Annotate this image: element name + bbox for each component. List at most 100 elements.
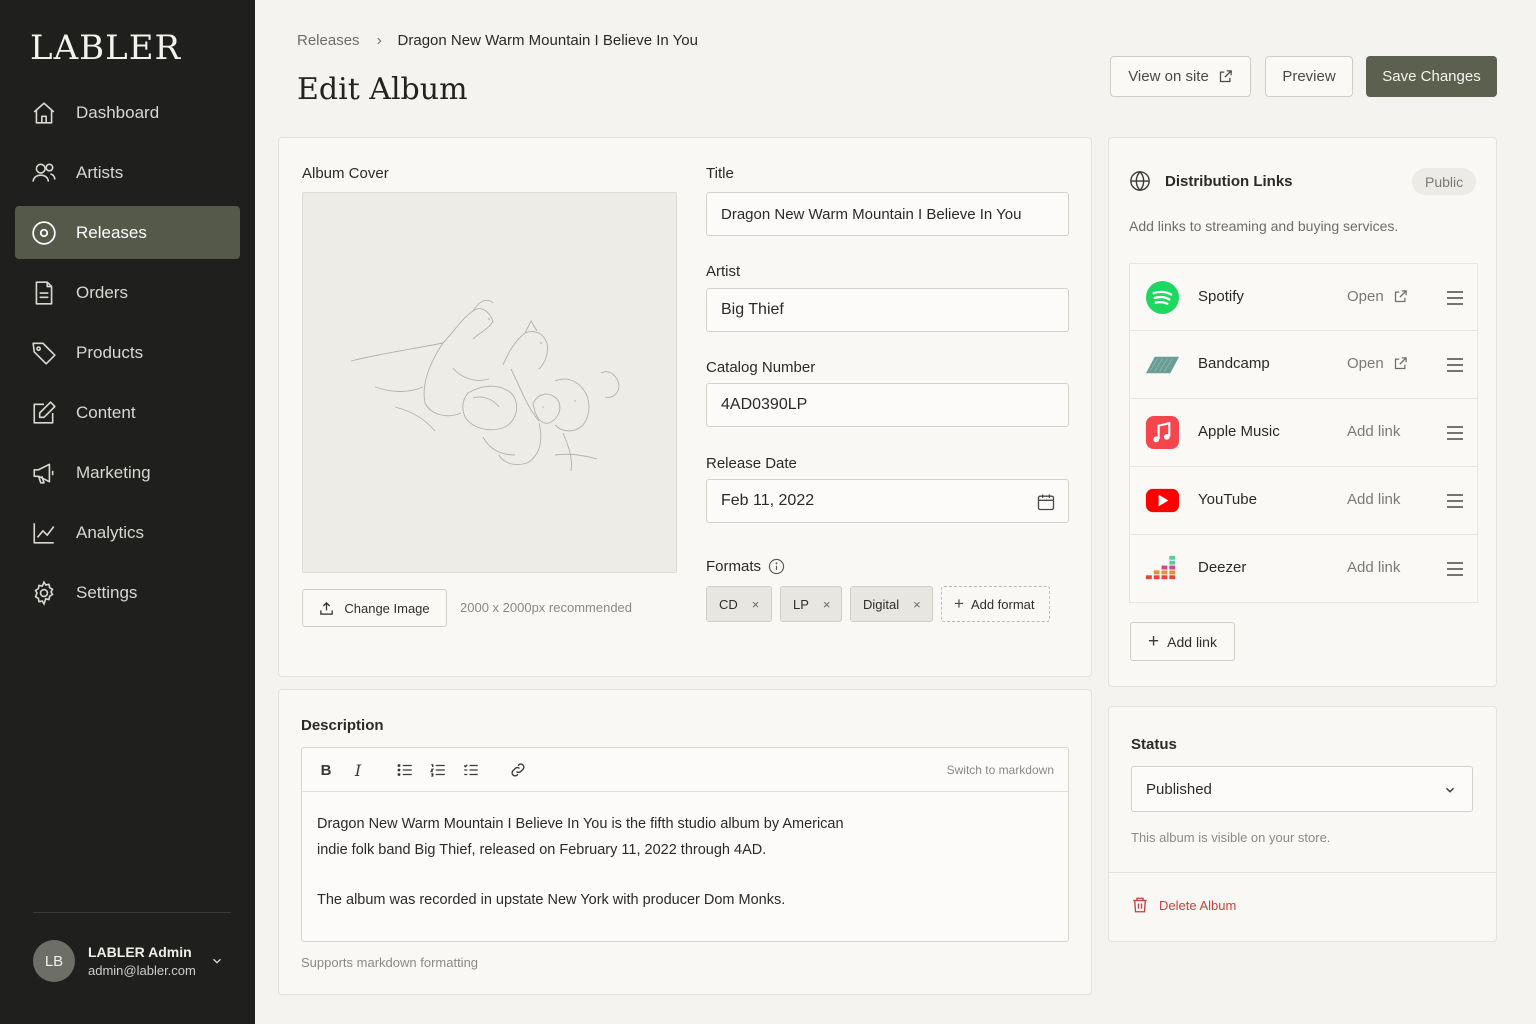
artist-label: Artist xyxy=(706,263,741,280)
status-value: Published xyxy=(1146,780,1212,798)
trash-icon xyxy=(1133,897,1147,913)
save-changes-button[interactable]: Save Changes xyxy=(1366,56,1497,97)
app-logo: LABLER xyxy=(30,28,182,68)
disc-icon xyxy=(32,220,56,245)
distribution-subtitle: Add links to streaming and buying servic… xyxy=(1129,218,1399,234)
sidebar-item-orders[interactable]: Orders xyxy=(15,266,240,319)
service-name: Apple Music xyxy=(1198,423,1280,440)
close-icon[interactable]: × xyxy=(823,597,831,612)
album-cover-image[interactable] xyxy=(302,192,677,573)
user-menu[interactable]: LB LABLER Admin admin@labler.com xyxy=(33,939,233,983)
service-action-label: Open xyxy=(1347,288,1384,305)
gear-icon xyxy=(34,579,54,606)
markdown-hint: Supports markdown formatting xyxy=(301,955,479,970)
link-button[interactable] xyxy=(508,760,528,780)
checklist-button[interactable] xyxy=(461,760,481,780)
sidebar-item-content[interactable]: Content xyxy=(15,386,240,439)
sidebar-item-releases[interactable]: Releases xyxy=(15,206,240,259)
link-icon xyxy=(511,763,525,777)
sidebar-item-dashboard[interactable]: Dashboard xyxy=(15,86,240,139)
service-action-label: Open xyxy=(1347,355,1384,372)
add-format-button[interactable]: + Add format xyxy=(941,586,1050,622)
globe-icon xyxy=(1130,170,1150,192)
status-divider xyxy=(1108,872,1497,873)
open-link-button[interactable]: Open xyxy=(1347,355,1408,372)
users-icon xyxy=(32,163,56,182)
drag-handle-icon[interactable] xyxy=(1446,425,1464,441)
sidebar-item-marketing[interactable]: Marketing xyxy=(15,446,240,499)
bold-button[interactable]: B xyxy=(316,760,336,780)
release-date-input[interactable]: Feb 11, 2022 xyxy=(706,479,1069,523)
release-date-label: Release Date xyxy=(706,455,797,472)
megaphone-icon xyxy=(33,463,54,484)
format-chip-label: LP xyxy=(793,596,809,612)
external-link-icon xyxy=(1219,70,1232,83)
service-row-bandcamp: Bandcamp Open xyxy=(1129,331,1478,399)
description-paragraph: The album was recorded in upstate New Yo… xyxy=(317,892,786,908)
sidebar-item-label: Dashboard xyxy=(76,102,160,122)
preview-button[interactable]: Preview xyxy=(1265,56,1353,97)
add-link-button[interactable]: Add link xyxy=(1347,423,1400,440)
switch-to-markdown-link[interactable]: Switch to markdown xyxy=(947,763,1054,777)
calendar-icon[interactable] xyxy=(1036,492,1056,512)
external-link-icon xyxy=(1394,357,1407,370)
catalog-number-input[interactable]: 4AD0390LP xyxy=(706,383,1069,427)
description-label: Description xyxy=(301,717,384,734)
add-link-button[interactable]: Add link xyxy=(1347,559,1400,576)
catalog-number-label: Catalog Number xyxy=(706,359,816,376)
italic-button[interactable]: I xyxy=(348,760,368,780)
home-icon xyxy=(33,101,55,124)
spotify-icon xyxy=(1145,280,1180,315)
numbered-list-icon xyxy=(429,764,445,777)
add-format-label: Add format xyxy=(970,596,1035,612)
numbered-list-button[interactable] xyxy=(428,760,448,780)
checklist-icon xyxy=(463,764,478,776)
bandcamp-icon xyxy=(1145,356,1180,374)
sidebar-nav: Dashboard Artists Releases Orders Produc… xyxy=(15,86,240,626)
view-on-site-button[interactable]: View on site xyxy=(1110,56,1251,97)
open-link-button[interactable]: Open xyxy=(1347,288,1408,305)
chevron-down-icon[interactable] xyxy=(210,954,224,968)
bullet-list-button[interactable] xyxy=(395,760,415,780)
description-paragraph: Dragon New Warm Mountain I Believe In Yo… xyxy=(317,816,844,858)
add-link-button[interactable]: Add link xyxy=(1347,491,1400,508)
title-input[interactable]: Dragon New Warm Mountain I Believe In Yo… xyxy=(706,192,1069,236)
status-select[interactable]: Published xyxy=(1131,766,1473,812)
sidebar-item-settings[interactable]: Settings xyxy=(15,566,240,619)
sidebar-item-label: Content xyxy=(76,402,136,422)
plus-icon: + xyxy=(1148,630,1160,652)
artist-input[interactable]: Big Thief xyxy=(706,288,1069,332)
service-row-deezer: Deezer Add link xyxy=(1129,535,1478,603)
format-chip-label: CD xyxy=(719,596,738,612)
distribution-title: Distribution Links xyxy=(1165,173,1293,190)
service-row-spotify: Spotify Open xyxy=(1129,263,1478,331)
plus-icon: + xyxy=(954,594,964,613)
drag-handle-icon[interactable] xyxy=(1446,561,1464,577)
service-row-apple-music: Apple Music Add link xyxy=(1129,399,1478,467)
service-name: YouTube xyxy=(1198,491,1257,508)
sidebar-item-products[interactable]: Products xyxy=(15,326,240,379)
edit-icon xyxy=(33,400,56,424)
service-name: Spotify xyxy=(1198,288,1244,305)
description-editor[interactable]: B I Switch to markdown Dragon New Warm M… xyxy=(301,747,1069,942)
sidebar-item-analytics[interactable]: Analytics xyxy=(15,506,240,559)
sidebar-item-artists[interactable]: Artists xyxy=(15,146,240,199)
info-icon[interactable] xyxy=(768,558,785,575)
drag-handle-icon[interactable] xyxy=(1446,493,1464,509)
chevron-right-icon xyxy=(376,37,381,44)
youtube-icon xyxy=(1145,488,1180,513)
add-link-button[interactable]: + Add link xyxy=(1130,622,1235,661)
release-date-value: Feb 11, 2022 xyxy=(721,492,815,509)
drag-handle-icon[interactable] xyxy=(1446,357,1464,373)
chart-icon xyxy=(33,522,55,544)
close-icon[interactable]: × xyxy=(752,597,760,612)
breadcrumb-releases[interactable]: Releases xyxy=(297,32,360,49)
title-label: Title xyxy=(706,165,734,182)
delete-album-button[interactable]: Delete Album xyxy=(1131,896,1236,914)
editor-content[interactable]: Dragon New Warm Mountain I Believe In Yo… xyxy=(317,811,857,913)
close-icon[interactable]: × xyxy=(913,597,921,612)
drag-handle-icon[interactable] xyxy=(1446,290,1464,306)
external-link-icon xyxy=(1394,290,1407,303)
change-image-button[interactable]: Change Image xyxy=(302,589,447,627)
sidebar-item-label: Marketing xyxy=(76,462,151,482)
